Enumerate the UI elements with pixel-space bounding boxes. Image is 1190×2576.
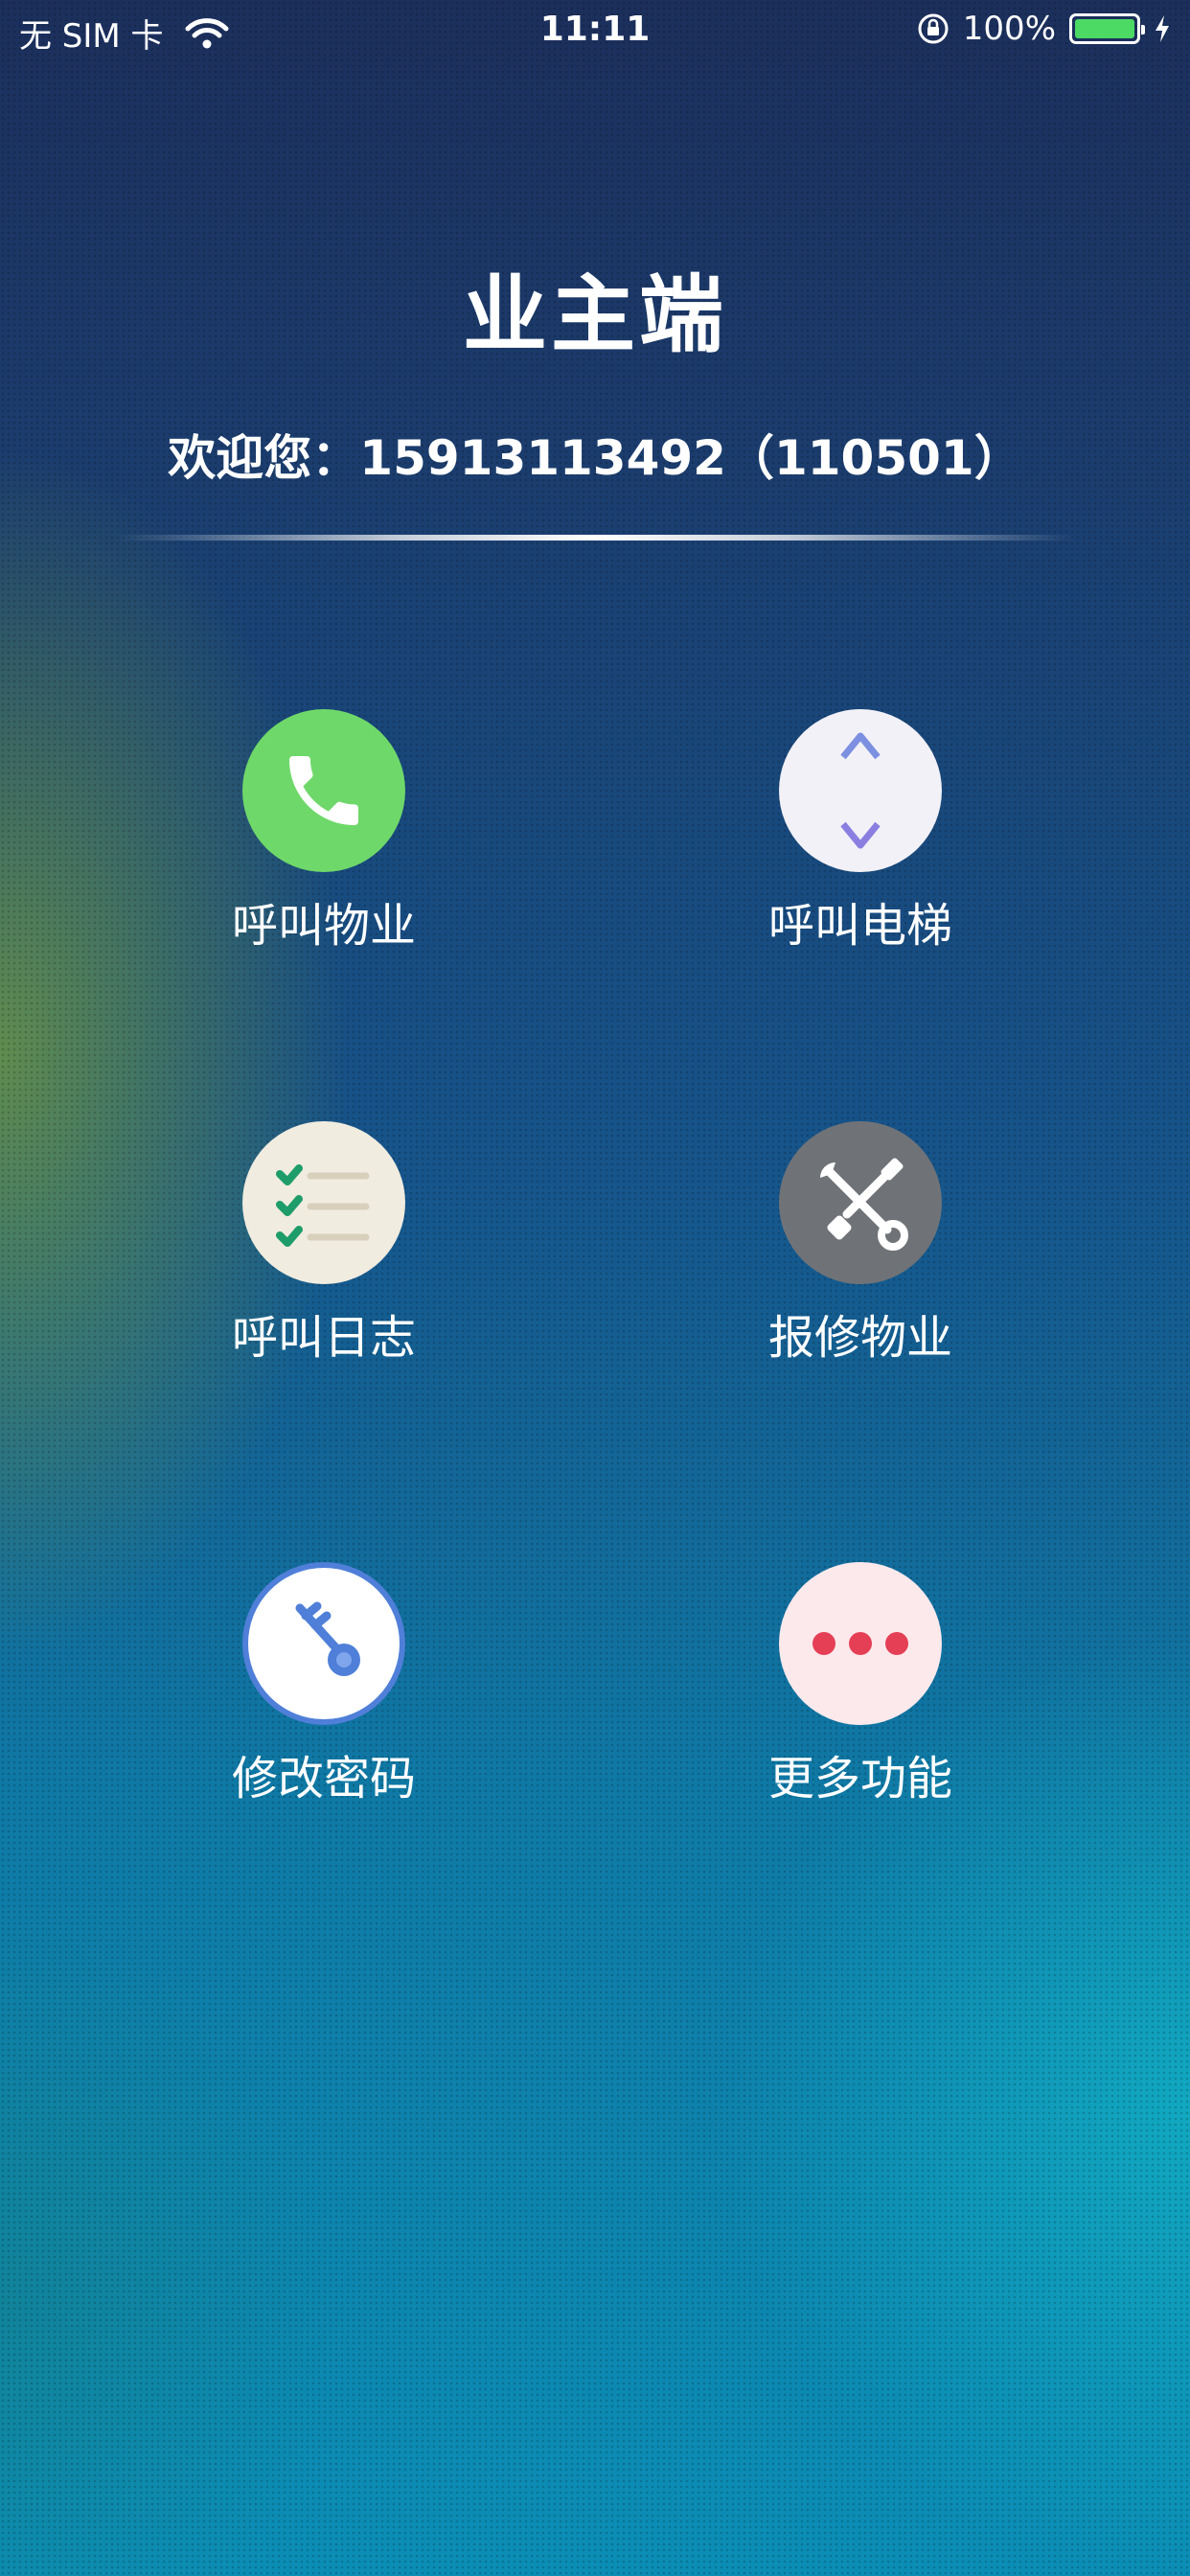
battery-fill [1075, 19, 1134, 38]
call-log-label: 呼叫日志 [231, 1311, 416, 1365]
orientation-lock-icon [918, 13, 949, 44]
header-divider [117, 535, 1075, 540]
change-password-button[interactable]: 修改密码 [151, 1562, 496, 1850]
battery-percent: 100% [962, 10, 1056, 48]
charging-bolt-icon [1156, 15, 1169, 42]
key-icon [242, 1562, 405, 1725]
more-functions-label: 更多功能 [767, 1752, 952, 1806]
battery-icon [1069, 13, 1145, 44]
more-dots-icon [779, 1562, 942, 1725]
call-elevator-button[interactable]: 呼叫电梯 [688, 709, 1033, 997]
tools-icon [779, 1121, 942, 1284]
elevator-arrows-icon [779, 709, 942, 872]
change-password-label: 修改密码 [231, 1752, 416, 1806]
report-repair-button[interactable]: 报修物业 [688, 1121, 1033, 1409]
status-right: 100% [917, 10, 1171, 48]
page-title: 业主端 [462, 265, 727, 364]
call-log-button[interactable]: 呼叫日志 [151, 1121, 496, 1409]
report-repair-label: 报修物业 [767, 1311, 952, 1365]
call-elevator-label: 呼叫电梯 [767, 899, 952, 953]
phone-icon [242, 709, 405, 872]
call-property-label: 呼叫物业 [231, 899, 416, 953]
status-bar: 无 SIM 卡 11:11 100% [0, 0, 1190, 63]
more-functions-button[interactable]: 更多功能 [688, 1562, 1033, 1850]
checklist-icon [242, 1121, 405, 1284]
welcome-text: 欢迎您：15913113492（110501） [168, 430, 1022, 486]
call-property-button[interactable]: 呼叫物业 [151, 709, 496, 997]
